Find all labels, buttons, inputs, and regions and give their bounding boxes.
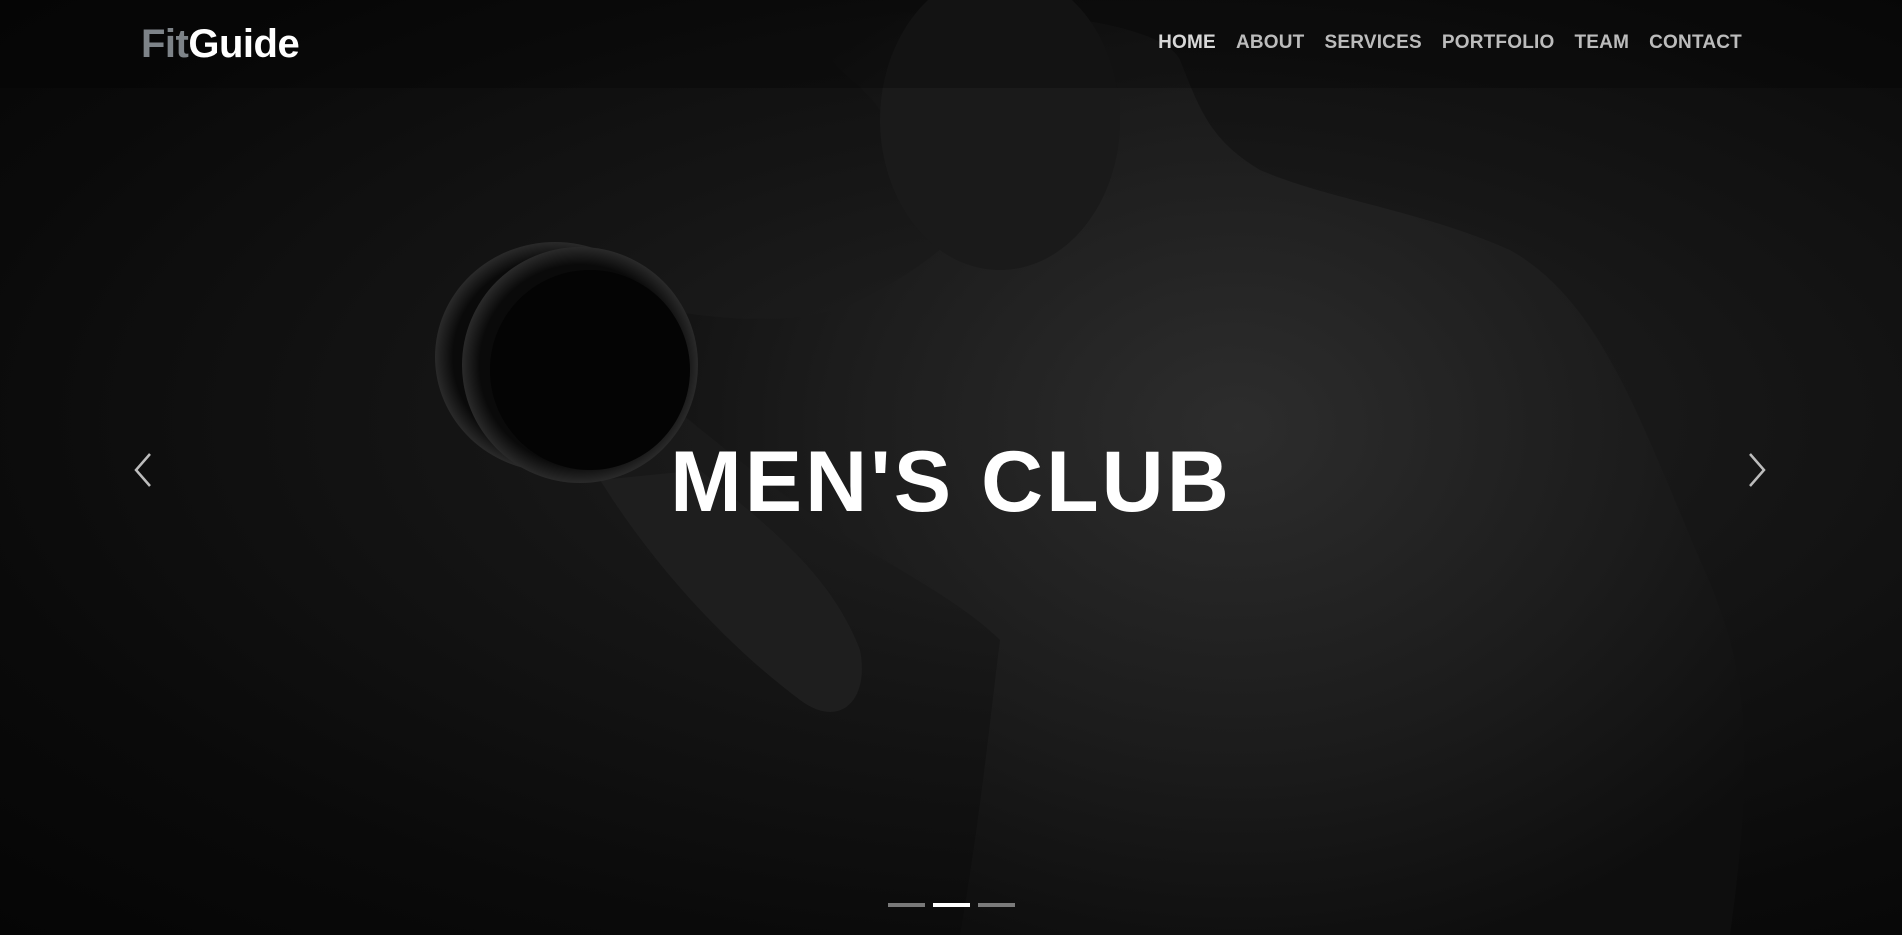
nav-item-home[interactable]: HOME — [1148, 30, 1226, 56]
hero-headline: MEN'S CLUB — [670, 434, 1232, 530]
carousel-indicator-1[interactable] — [887, 903, 925, 907]
main-nav: HOME ABOUT SERVICES PORTFOLIO TEAM CONTA… — [1148, 30, 1752, 56]
chevron-right-icon — [1749, 453, 1766, 487]
nav-item-services[interactable]: SERVICES — [1315, 30, 1432, 56]
nav-item-contact[interactable]: CONTACT — [1639, 30, 1752, 56]
nav-item-team[interactable]: TEAM — [1564, 30, 1639, 56]
carousel-indicator-2[interactable] — [932, 903, 970, 907]
nav-item-portfolio[interactable]: PORTFOLIO — [1432, 30, 1565, 56]
carousel-next-button[interactable] — [1742, 450, 1772, 490]
hero-carousel: FitGuide HOME ABOUT SERVICES PORTFOLIO T… — [0, 0, 1902, 935]
brand-logo-part1: Fit — [141, 22, 189, 66]
header-bar: FitGuide HOME ABOUT SERVICES PORTFOLIO T… — [0, 0, 1902, 88]
carousel-indicator-3[interactable] — [977, 903, 1015, 907]
chevron-left-icon — [134, 453, 151, 487]
brand-logo[interactable]: FitGuide — [141, 20, 300, 68]
brand-logo-part2: Guide — [188, 22, 300, 66]
nav-item-about[interactable]: ABOUT — [1226, 30, 1315, 56]
carousel-prev-button[interactable] — [128, 450, 158, 490]
carousel-indicators — [0, 903, 1902, 907]
